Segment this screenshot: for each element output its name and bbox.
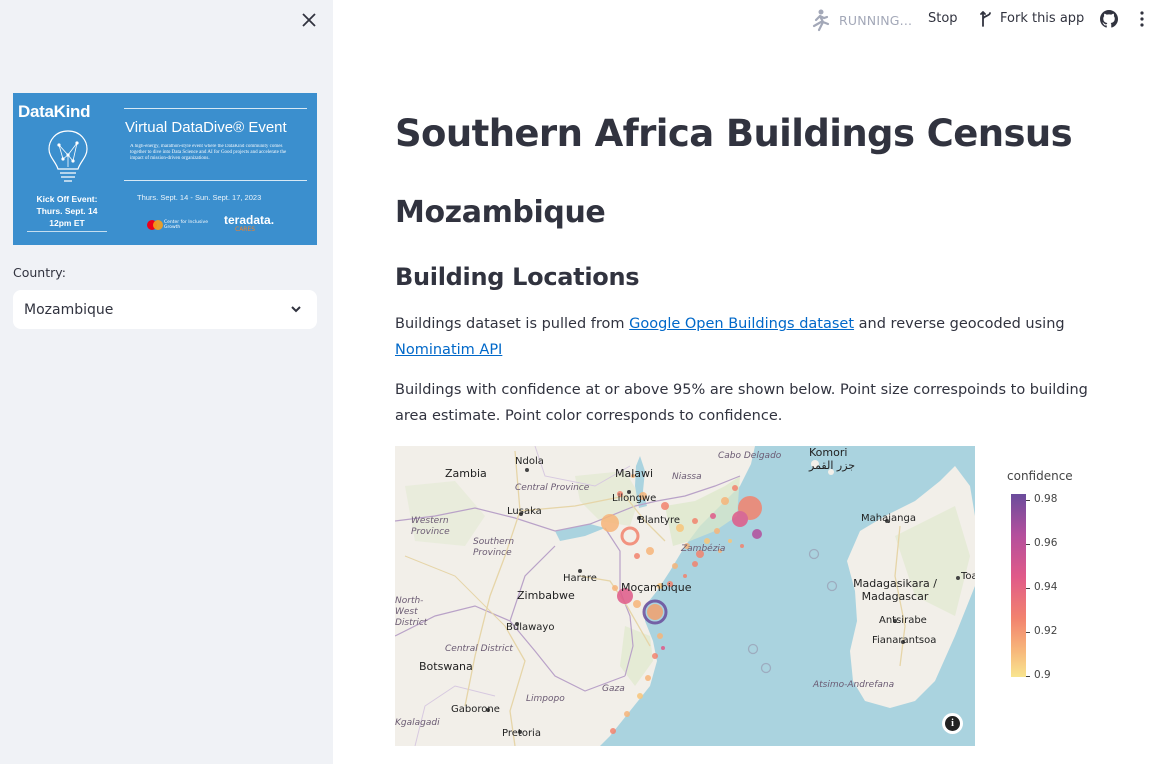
map-label-lusaka: Lusaka xyxy=(507,506,542,517)
map-label-zambia: Zambia xyxy=(445,467,487,480)
running-status: RUNNING... xyxy=(809,8,912,32)
colorbar-tick-label: 0.96 xyxy=(1034,537,1058,549)
map-label-central-province: Central Province xyxy=(515,483,590,493)
running-man-icon xyxy=(812,9,830,32)
map-label-botswana: Botswana xyxy=(419,660,473,673)
github-button[interactable] xyxy=(1100,10,1118,32)
map-label-atsimo-andrefana: Atsimo-Andrefana xyxy=(813,680,895,690)
country-select[interactable]: Mozambique xyxy=(13,290,317,329)
map-label-fianarantsoa: Fianarantsoa xyxy=(872,635,937,646)
map-label-antsirabe: Antsirabe xyxy=(879,615,927,626)
map-label-harare: Harare xyxy=(563,573,597,584)
colorbar-title: confidence xyxy=(1007,469,1073,483)
stop-button[interactable]: Stop xyxy=(928,11,958,26)
banner-description: A high-energy, marathon-style event wher… xyxy=(130,144,287,161)
map-description-paragraph: Buildings with confidence at or above 95… xyxy=(395,382,1088,424)
banner-title: Virtual DataDive® Event xyxy=(125,119,287,136)
chevron-down-icon xyxy=(291,306,301,313)
divider xyxy=(27,231,107,232)
app-toolbar: RUNNING... Stop Fork this app xyxy=(333,0,1162,40)
lightbulb-icon xyxy=(48,130,88,182)
map-label-mocambique: Moçambique xyxy=(621,581,692,594)
map-label-blantyre: Blantyre xyxy=(638,515,680,526)
map-label-central-district: Central District xyxy=(445,644,513,654)
colorbar-tick-mark xyxy=(1026,588,1030,589)
github-icon xyxy=(1100,10,1118,28)
map-label-southern-province: Southern Province xyxy=(473,537,515,558)
sidebar: DataKind Kick Off Event: Thurs. Sept. 14… xyxy=(0,0,333,764)
map-label-malawi: Malawi xyxy=(615,467,654,480)
close-icon xyxy=(302,13,316,27)
info-icon: i xyxy=(945,716,960,731)
kickoff-text: Kick Off Event: Thurs. Sept. 14 12pm ET xyxy=(36,194,98,228)
building-map[interactable]: Zambia Ndola Malawi Niassa Cabo Delgado … xyxy=(395,446,975,746)
page-title: Southern Africa Buildings Census xyxy=(395,112,1073,155)
nominatim-api-link[interactable]: Nominatim API xyxy=(395,342,502,358)
colorbar xyxy=(1011,494,1026,677)
country-select-value: Mozambique xyxy=(24,301,114,318)
map-label-gaza: Gaza xyxy=(602,684,625,694)
colorbar-tick-label: 0.94 xyxy=(1034,581,1058,593)
running-text: RUNNING... xyxy=(839,12,913,28)
map-label-western-province: Western Province xyxy=(411,516,450,537)
colorbar-tick-mark xyxy=(1026,632,1030,633)
map-label-zambezia: Zambézia xyxy=(681,544,726,554)
map-label-cabo-delgado: Cabo Delgado xyxy=(718,451,782,461)
map-label-toamasina: Toam xyxy=(961,571,975,582)
close-sidebar-button[interactable] xyxy=(298,9,320,31)
country-label: Country: xyxy=(13,265,66,280)
divider xyxy=(124,180,307,181)
fork-app-button[interactable]: Fork this app xyxy=(980,9,1084,27)
map-label-lilongwe: Lilongwe xyxy=(612,493,657,504)
google-open-buildings-link[interactable]: Google Open Buildings dataset xyxy=(629,316,854,332)
map-label-north-west: North-West District xyxy=(395,596,428,628)
map-label-bulawayo: Bulawayo xyxy=(506,622,555,633)
banner-dates: Thurs. Sept. 14 - Sun. Sept. 17, 2023 xyxy=(137,193,262,202)
country-heading: Mozambique xyxy=(395,195,606,230)
colorbar-tick-mark xyxy=(1026,544,1030,545)
datadive-banner: DataKind Kick Off Event: Thurs. Sept. 14… xyxy=(13,93,317,245)
teradata-logo: teradata. xyxy=(224,213,275,227)
colorbar-tick-mark xyxy=(1026,676,1030,677)
sponsor-name: Center for Inclusive Growth xyxy=(164,220,208,230)
map-label-pretoria: Pretoria xyxy=(502,728,541,739)
colorbar-tick-label: 0.9 xyxy=(1034,669,1051,681)
fork-label: Fork this app xyxy=(1000,10,1085,26)
vertical-dots-icon xyxy=(1140,11,1144,27)
map-label-zimbabwe: Zimbabwe xyxy=(517,589,575,602)
map-attribution-info-button[interactable]: i xyxy=(942,713,963,734)
map-label-gaborone: Gaborone xyxy=(451,704,500,715)
teradata-sub: CARES xyxy=(235,226,256,233)
map-label-niassa: Niassa xyxy=(672,472,702,482)
dataset-source-paragraph: Buildings dataset is pulled from Google … xyxy=(395,316,1065,358)
section-heading: Building Locations xyxy=(395,263,640,291)
fork-icon xyxy=(980,11,991,27)
map-label-ndola: Ndola xyxy=(515,456,544,467)
mastercard-logo-icon xyxy=(147,220,163,230)
datakind-logo: DataKind xyxy=(18,102,91,121)
map-label-limpopo: Limpopo xyxy=(526,694,565,704)
colorbar-tick-label: 0.98 xyxy=(1034,493,1058,505)
map-label-komori: Komori جزر القمر xyxy=(809,446,856,472)
map-label-mahajanga: Mahajanga xyxy=(861,513,916,524)
map-label-madagascar: Madagasikara / Madagascar xyxy=(853,577,937,603)
colorbar-tick-label: 0.92 xyxy=(1034,625,1058,637)
divider xyxy=(124,108,307,109)
main-menu-button[interactable] xyxy=(1139,11,1145,31)
colorbar-tick-mark xyxy=(1026,500,1030,501)
map-label-kgalagadi: Kgalagadi xyxy=(395,718,440,728)
